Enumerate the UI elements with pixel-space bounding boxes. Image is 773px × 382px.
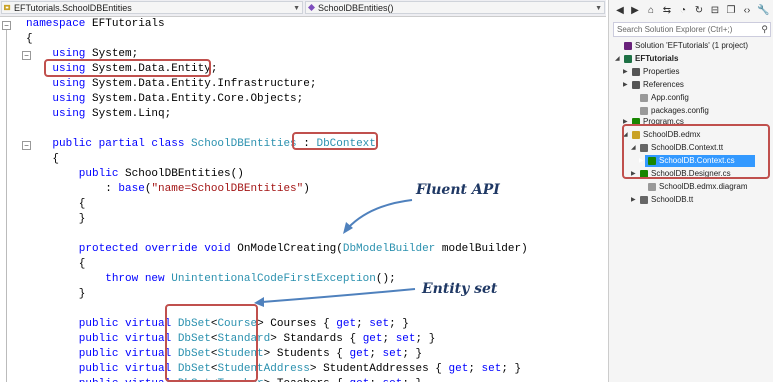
tree-item-references[interactable]: ▶ References	[609, 79, 769, 91]
file-icon	[640, 94, 648, 102]
file-icon	[632, 81, 640, 89]
solution-search-input[interactable]: Search Solution Explorer (Ctrl+;) ⚲	[613, 22, 771, 37]
entity-set-annotation: Entity set	[422, 281, 498, 297]
forward-icon[interactable]: ▶	[629, 5, 641, 17]
tree-item-label: SchoolDB.edmx.diagram	[659, 182, 748, 191]
tree-item-schooldb-tt[interactable]: ▶ SchoolDB.tt	[609, 194, 769, 206]
properties-icon[interactable]: 🔧	[757, 5, 769, 17]
view-code-icon[interactable]: ‹›	[741, 5, 753, 17]
file-icon	[640, 196, 648, 204]
entity-set-arrow	[261, 288, 416, 303]
tree-item-label: SchoolDB.tt	[651, 195, 694, 204]
back-icon[interactable]: ◀	[614, 5, 626, 17]
code-editor[interactable]: EFTutorials.SchoolDBEntities ▼ SchoolDBE…	[0, 0, 606, 382]
tree-item-label: EFTutorials	[635, 54, 679, 63]
collapse-icon[interactable]: ◢	[615, 53, 621, 65]
search-placeholder: Search Solution Explorer (Ctrl+;)	[617, 25, 733, 34]
tree-item-edmx-diagram[interactable]: SchoolDB.edmx.diagram	[609, 181, 769, 193]
search-icon: ⚲	[761, 24, 768, 34]
fluent-api-annotation: Fluent API	[416, 182, 500, 198]
collapse-all-icon[interactable]: ⊟	[709, 5, 721, 17]
entity-set-arrowhead	[254, 297, 264, 307]
show-all-files-icon[interactable]: ❐	[725, 5, 737, 17]
annotation-arrows	[254, 199, 416, 307]
tree-item-label: App.config	[651, 93, 689, 102]
expand-icon[interactable]: ▶	[631, 194, 637, 206]
file-icon	[632, 68, 640, 76]
file-icon	[624, 42, 632, 50]
tree-item-properties[interactable]: ▶ Properties	[609, 66, 769, 78]
tree-item-label: References	[643, 80, 684, 89]
file-icon	[648, 183, 656, 191]
fluent-api-arrow	[347, 199, 413, 229]
solution-explorer-toolbar: ◀ ▶ ⌂ ⇆ ◔ ↻ ⊟ ❐ ‹› 🔧	[609, 0, 773, 22]
file-icon	[640, 107, 648, 115]
solution-explorer: ◀ ▶ ⌂ ⇆ ◔ ↻ ⊟ ❐ ‹› 🔧 Search Solution Exp…	[608, 0, 773, 382]
tree-item-label: Properties	[643, 67, 680, 76]
refresh-icon[interactable]: ↻	[693, 5, 705, 17]
file-icon	[624, 55, 632, 63]
tree-item-label: Solution 'EFTutorials' (1 project)	[635, 41, 749, 50]
tree-item-solution[interactable]: Solution 'EFTutorials' (1 project)	[609, 40, 769, 52]
pending-changes-icon[interactable]: ◔	[677, 5, 689, 17]
tree-item-app-config[interactable]: App.config	[609, 92, 769, 104]
expand-icon[interactable]: ▶	[623, 79, 629, 91]
tree-item-project[interactable]: ◢ EFTutorials	[609, 53, 769, 65]
sync-icon[interactable]: ⇆	[661, 5, 673, 17]
highlight-edmx	[622, 124, 770, 179]
home-icon[interactable]: ⌂	[645, 5, 657, 17]
expand-icon[interactable]: ▶	[623, 66, 629, 78]
